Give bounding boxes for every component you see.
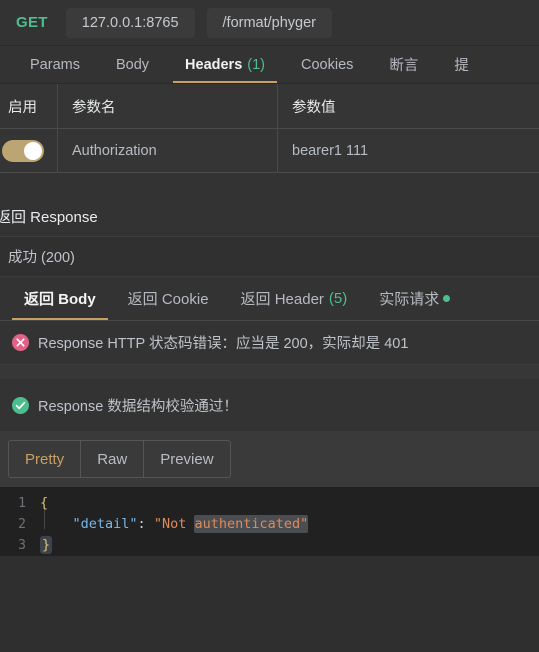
code-line: 2 "detail": "Not authenticated": [0, 514, 539, 535]
response-section-title: 返回 Response: [0, 197, 539, 237]
row-name-cell[interactable]: Authorization: [58, 129, 278, 172]
response-tab-actual-request-label: 实际请求: [379, 291, 440, 308]
response-body-code[interactable]: 1 { 2 "detail": "Not authenticated" 3 }: [0, 487, 539, 556]
response-tab-body[interactable]: 返回 Body: [8, 277, 112, 320]
url-bar: GET 127.0.0.1:8765 /format/phyger: [0, 0, 539, 46]
line-number: 1: [18, 496, 26, 511]
response-tab-cookie-label: 返回 Cookie: [127, 291, 209, 308]
response-status-bar: 成功 (200): [0, 237, 539, 277]
indent-token: [40, 516, 73, 532]
tab-body-label: Body: [115, 56, 150, 73]
line-number: 3: [18, 538, 26, 553]
section-gap: [0, 173, 539, 197]
response-tab-header-label: 返回 Header: [240, 291, 324, 308]
row-enable-cell: [0, 129, 58, 172]
json-string-token: "Not: [153, 516, 195, 532]
json-string-highlighted-token: authenticated": [194, 515, 309, 533]
enable-toggle[interactable]: [2, 139, 44, 162]
table-header-row: 启用 参数名 参数值: [0, 84, 539, 129]
error-circle-icon: [12, 334, 29, 351]
tab-params-label: Params: [30, 56, 80, 73]
response-tab-header-count: (5): [328, 290, 348, 307]
view-mode-preview[interactable]: Preview: [144, 441, 229, 477]
code-line-content: "detail": "Not authenticated": [40, 514, 309, 535]
tab-extract[interactable]: 提: [436, 46, 487, 83]
response-tab-body-label: 返回 Body: [24, 291, 96, 308]
column-header-value: 参数值: [292, 99, 336, 116]
row-value-cell[interactable]: bearer1 111: [278, 129, 539, 172]
column-header-name: 参数名: [58, 84, 278, 128]
tab-headers[interactable]: Headers (1): [167, 46, 283, 83]
json-key-token: "detail": [72, 516, 138, 532]
view-mode-group: Pretty Raw Preview: [8, 440, 231, 478]
colon-token: :: [137, 516, 154, 532]
tab-body[interactable]: Body: [98, 46, 167, 83]
status-dot-icon: [443, 295, 451, 302]
response-status-text: 成功 (200): [8, 250, 75, 266]
view-mode-raw[interactable]: Raw: [81, 441, 145, 477]
response-tab-cookie[interactable]: 返回 Cookie: [112, 277, 225, 320]
host-input[interactable]: 127.0.0.1:8765: [65, 7, 195, 38]
tab-extract-label: 提: [454, 58, 469, 74]
toggle-knob: [24, 141, 42, 160]
assertion-result-passed: Response 数据结构校验通过！: [0, 379, 539, 431]
tab-cookies-label: Cookies: [301, 56, 354, 73]
response-tab-actual-request[interactable]: 实际请求: [363, 277, 466, 320]
request-tab-bar: Params Body Headers (1) Cookies 断言 提: [0, 46, 539, 84]
response-tab-header[interactable]: 返回 Header (5): [225, 277, 364, 320]
code-line: 1 {: [0, 493, 539, 514]
tab-assertions-label: 断言: [389, 58, 419, 74]
tab-headers-count: (1): [247, 56, 265, 73]
tab-headers-label: Headers: [185, 56, 243, 73]
response-tab-bar: 返回 Body 返回 Cookie 返回 Header (5) 实际请求: [0, 277, 539, 321]
table-row[interactable]: Authorization bearer1 111: [0, 129, 539, 173]
code-line-content: }: [40, 535, 53, 556]
http-method-label[interactable]: GET: [16, 14, 48, 31]
tab-cookies[interactable]: Cookies: [283, 46, 371, 83]
success-check-icon: [12, 396, 29, 414]
view-mode-pretty[interactable]: Pretty: [9, 441, 82, 477]
path-input[interactable]: /format/phyger: [206, 7, 333, 38]
code-line: 3 }: [0, 535, 539, 556]
assertion-passed-text: Response 数据结构校验通过！: [38, 398, 238, 415]
response-section-title-text: 返回 Response: [0, 209, 98, 226]
open-brace-token: {: [40, 495, 49, 511]
body-view-mode-bar: Pretty Raw Preview: [0, 431, 539, 487]
assertion-divider: [0, 365, 539, 379]
close-brace-token: }: [40, 536, 53, 554]
tab-params[interactable]: Params: [12, 46, 98, 83]
assertion-failed-text: Response HTTP 状态码错误：应当是 200，实际却是 401: [38, 336, 409, 352]
line-number: 2: [18, 517, 26, 532]
headers-table: 启用 参数名 参数值 Authorization bearer1 111: [0, 84, 539, 173]
column-header-enabled: 启用: [0, 84, 58, 128]
assertion-result-failed: Response HTTP 状态码错误：应当是 200，实际却是 401: [0, 321, 539, 365]
tab-assertions[interactable]: 断言: [371, 46, 436, 83]
code-line-content: {: [40, 493, 48, 514]
